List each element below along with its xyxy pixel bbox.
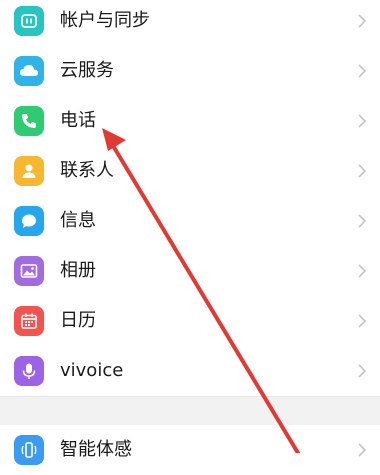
settings-item-label: vivoice	[60, 360, 124, 381]
chevron-right-icon	[358, 114, 367, 128]
settings-item-label: 相册	[60, 260, 96, 281]
settings-item-label: 电话	[60, 110, 96, 131]
settings-item-label: 联系人	[60, 160, 114, 181]
settings-item-calendar[interactable]: 日历	[0, 296, 380, 346]
phone-icon	[14, 106, 44, 136]
settings-item-contacts[interactable]: 联系人	[0, 146, 380, 196]
settings-item-phone[interactable]: 电话	[0, 96, 380, 146]
microphone-icon	[14, 356, 44, 386]
settings-item-smart-motion[interactable]: 智能体感	[0, 425, 380, 475]
settings-item-label: 云服务	[60, 60, 114, 81]
cloud-icon	[14, 56, 44, 86]
chevron-right-icon	[358, 443, 367, 457]
chevron-right-icon	[358, 264, 367, 278]
chevron-right-icon	[358, 164, 367, 178]
chevron-right-icon	[358, 214, 367, 228]
settings-item-account-sync[interactable]: 帐户与同步	[0, 0, 380, 46]
account-sync-icon	[14, 6, 44, 36]
settings-item-label: 信息	[60, 210, 96, 231]
settings-item-label: 日历	[60, 310, 96, 331]
chevron-right-icon	[358, 314, 367, 328]
settings-item-vivoice[interactable]: vivoice	[0, 346, 380, 396]
section-gap	[0, 396, 380, 426]
chevron-right-icon	[358, 14, 367, 28]
settings-item-gallery[interactable]: 相册	[0, 246, 380, 296]
chevron-right-icon	[358, 64, 367, 78]
gallery-icon	[14, 256, 44, 286]
smart-motion-icon	[14, 435, 44, 465]
contact-icon	[14, 156, 44, 186]
message-icon	[14, 206, 44, 236]
settings-item-label: 帐户与同步	[60, 10, 150, 31]
settings-item-cloud-service[interactable]: 云服务	[0, 46, 380, 96]
chevron-right-icon	[358, 364, 367, 378]
calendar-icon	[14, 306, 44, 336]
settings-item-messages[interactable]: 信息	[0, 196, 380, 246]
settings-item-label: 智能体感	[60, 439, 132, 460]
